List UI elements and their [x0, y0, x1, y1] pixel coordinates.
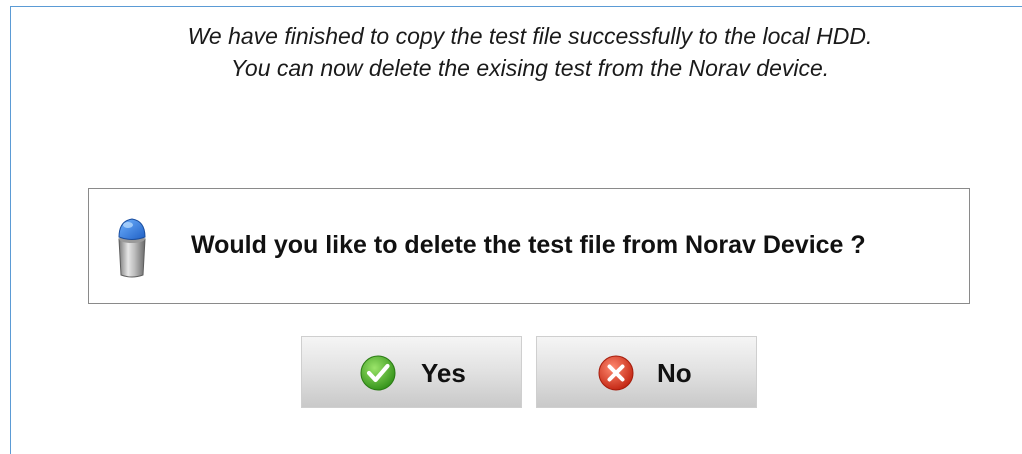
info-message: We have finished to copy the test file s…	[187, 23, 873, 81]
checkmark-icon	[360, 355, 396, 391]
yes-button[interactable]: Yes	[301, 336, 522, 408]
no-button[interactable]: No	[536, 336, 757, 408]
trash-can-icon	[115, 211, 149, 279]
question-text: Would you like to delete the test file f…	[191, 231, 866, 259]
dialog-frame-top-border	[10, 6, 1022, 7]
yes-button-label: Yes	[421, 358, 466, 388]
question-panel: Would you like to delete the test file f…	[88, 188, 970, 304]
delete-test-dialog: We have finished to copy the test file s…	[0, 0, 1022, 454]
dialog-frame-left-border	[10, 6, 11, 454]
close-icon	[598, 355, 634, 391]
no-button-label: No	[657, 358, 692, 388]
